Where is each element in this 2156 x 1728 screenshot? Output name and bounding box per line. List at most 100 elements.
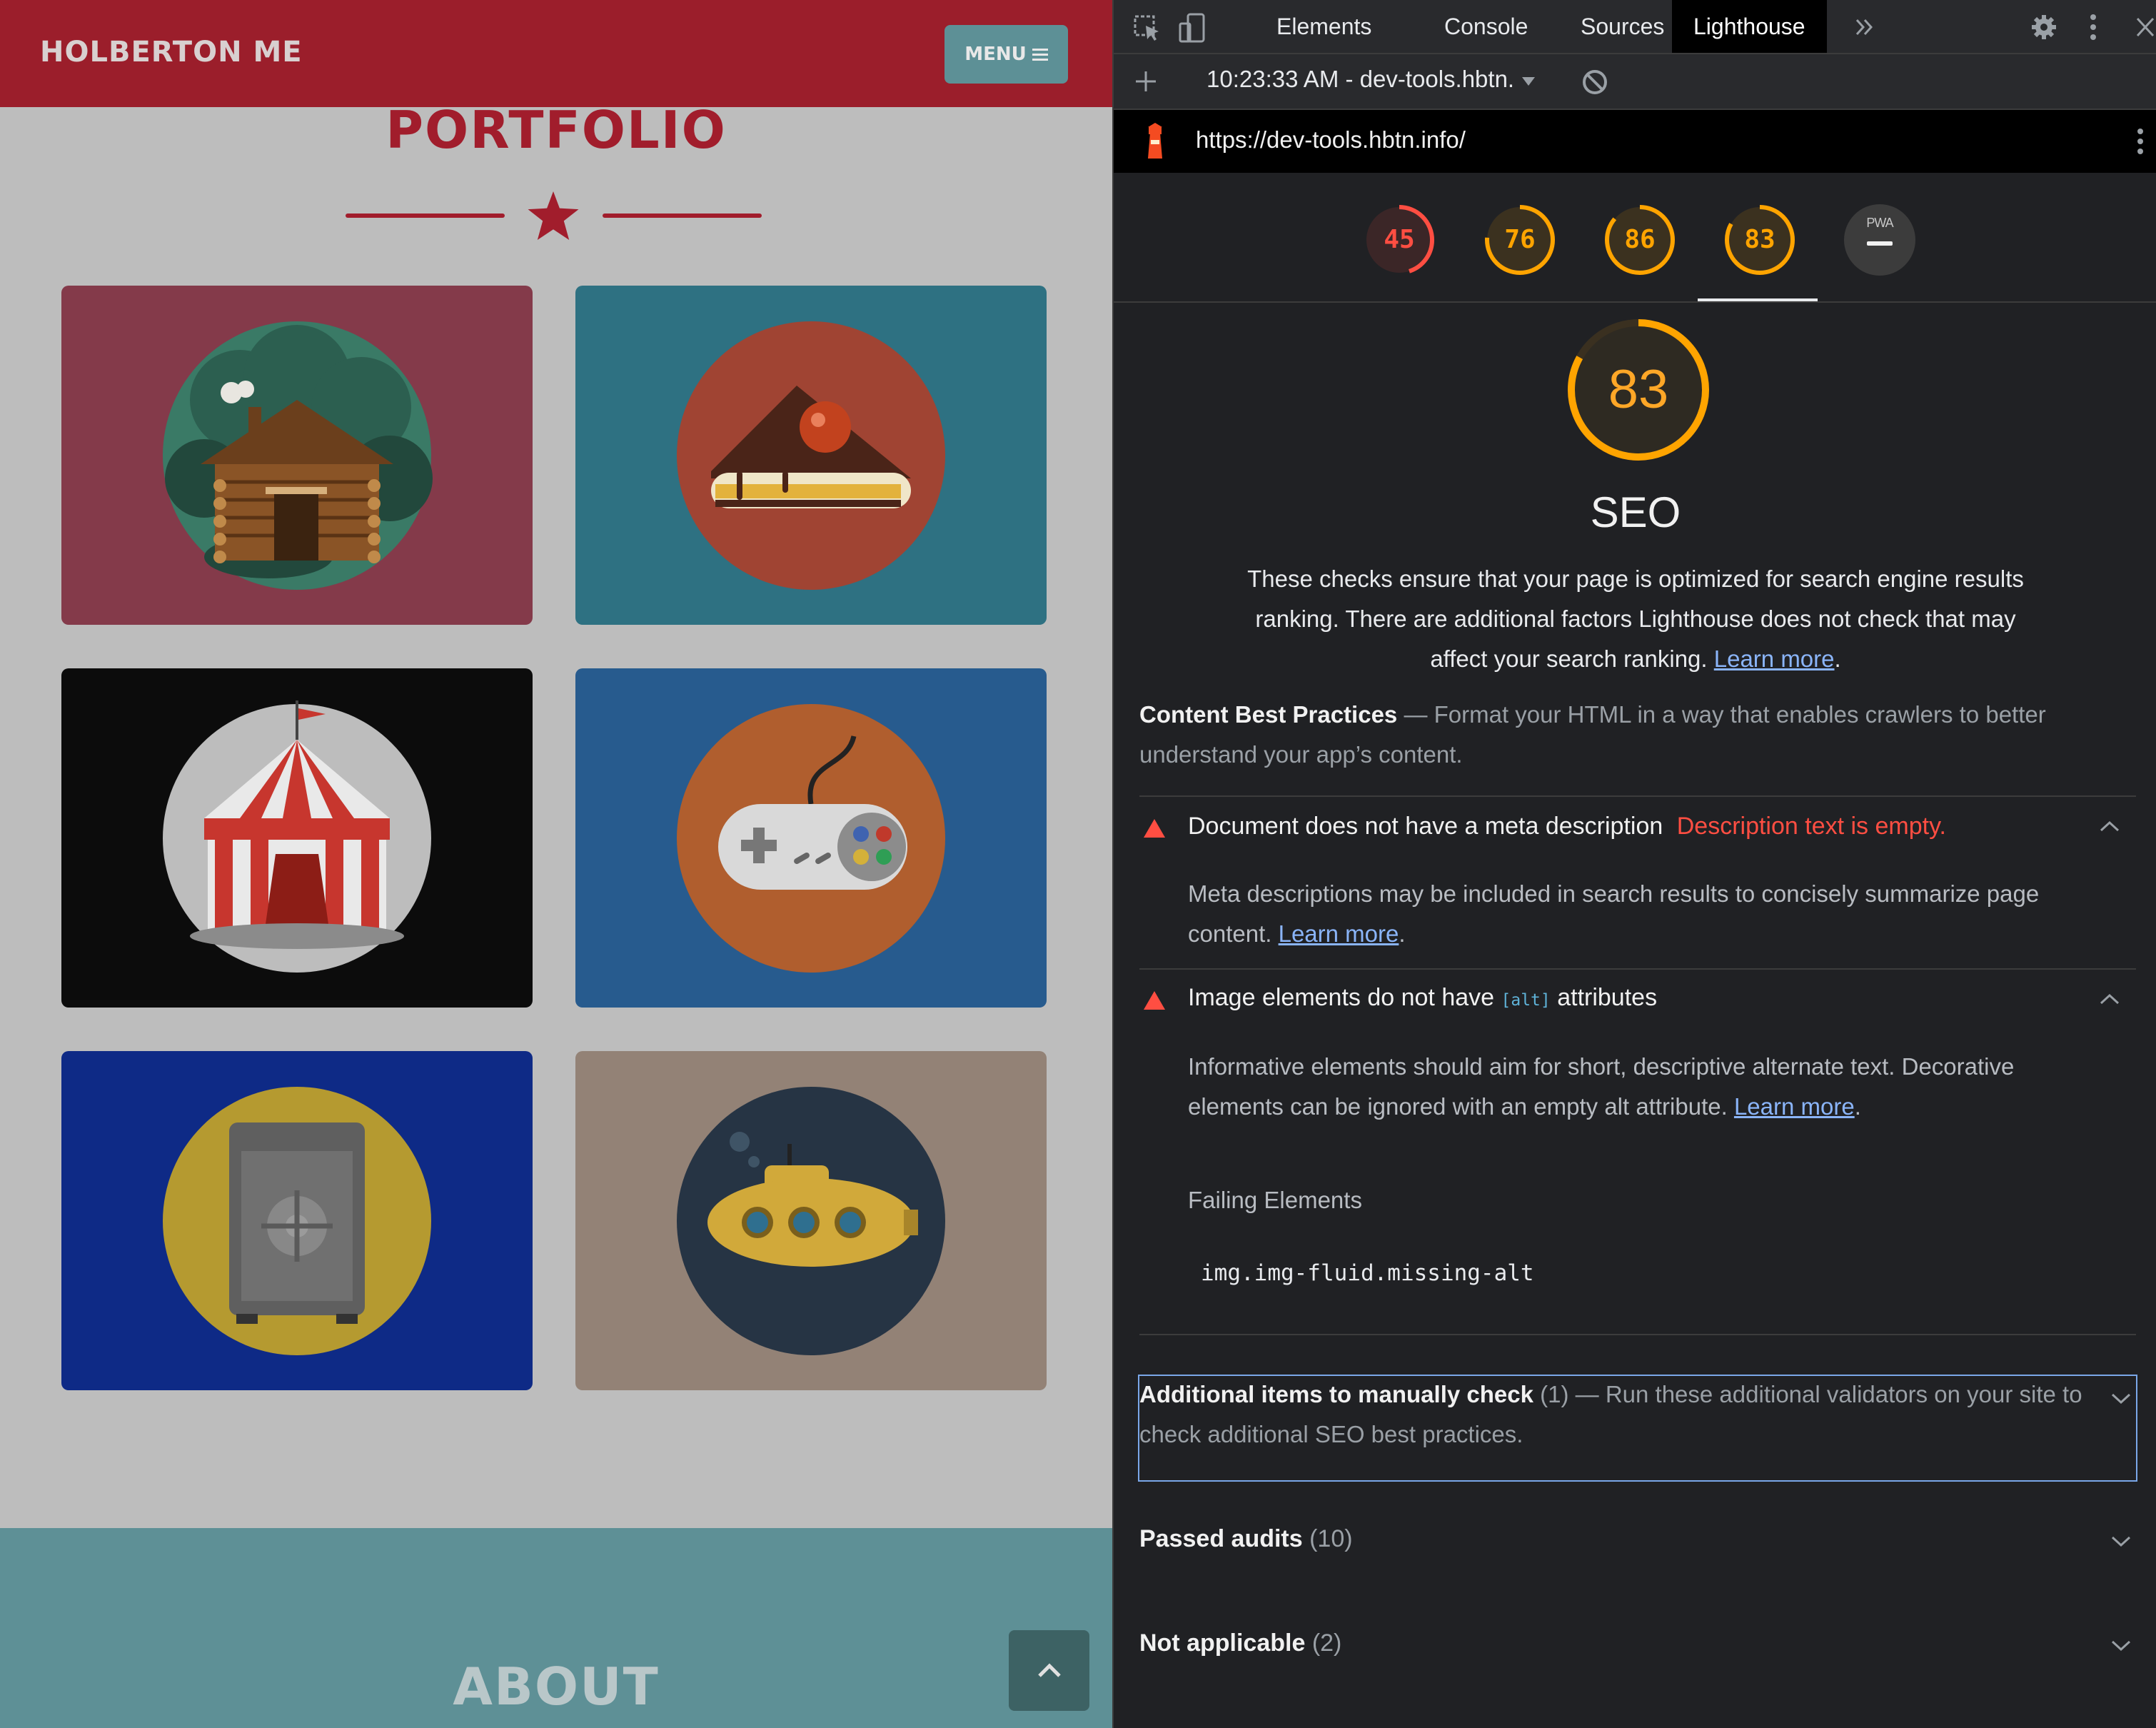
lighthouse-logo-icon	[1148, 123, 1162, 159]
gauge-performance[interactable]: 45	[1362, 203, 1436, 277]
group-count: (10)	[1309, 1525, 1353, 1552]
group-title: Additional items to manually check	[1139, 1381, 1533, 1407]
report-kebab-icon[interactable]	[2136, 127, 2145, 156]
chevron-down-icon[interactable]	[2110, 1535, 2132, 1548]
report-select[interactable]: 10:23:33 AM - dev-tools.hbtn.	[1207, 66, 1536, 93]
gauge-pwa[interactable]: PWA	[1843, 203, 1917, 277]
chevron-up-icon[interactable]	[2099, 993, 2120, 1005]
chevron-down-icon[interactable]	[2110, 1392, 2132, 1405]
close-icon[interactable]	[2135, 16, 2156, 39]
gauge-score: 45	[1384, 225, 1415, 254]
plus-icon[interactable]	[1133, 69, 1159, 94]
site-brand[interactable]: HOLBERTON ME	[40, 36, 303, 69]
menu-button[interactable]: MENU	[944, 25, 1068, 84]
fail-triangle-icon	[1144, 991, 1165, 1010]
seo-score-value: 83	[1608, 359, 1669, 420]
group-title: Not applicable	[1139, 1629, 1306, 1657]
website-viewport: HOLBERTON ME MENU PORTFOLIO ABOUT	[0, 0, 1112, 1728]
audit-image-alt[interactable]: Image elements do not have [alt] attribu…	[1188, 984, 1657, 1012]
gauge-score: 83	[1744, 225, 1775, 254]
report-url-bar: https://dev-tools.hbtn.info/	[1114, 110, 2156, 173]
clear-block-icon[interactable]	[1581, 68, 1609, 96]
gauge-score: 86	[1624, 225, 1656, 254]
menu-label: MENU	[964, 44, 1027, 65]
about-heading: ABOUT	[453, 1657, 660, 1717]
audit-alt-body: Informative elements should aim for shor…	[1188, 1053, 2015, 1120]
group-content-best-practices: Content Best Practices — Format your HTM…	[1139, 701, 2046, 768]
settings-gear-icon[interactable]	[2030, 13, 2058, 41]
pwa-badge-icon	[1844, 204, 1915, 276]
scroll-to-top-button[interactable]	[1009, 1630, 1089, 1711]
fail-triangle-icon	[1144, 819, 1165, 838]
failing-elements-label: Failing Elements	[1188, 1187, 1362, 1213]
portfolio-tile-safe[interactable]	[61, 1051, 533, 1390]
audit-title-before: Image elements do not have	[1188, 984, 1495, 1011]
portfolio-tile-submarine[interactable]	[575, 1051, 1047, 1390]
failing-element-node[interactable]: img.img-fluid.missing-alt	[1201, 1260, 1534, 1286]
chevron-down-icon[interactable]	[2110, 1639, 2132, 1652]
audit-display-value: Description text is empty.	[1676, 813, 1947, 840]
group-count: (2)	[1311, 1629, 1342, 1657]
device-toolbar-icon[interactable]	[1178, 12, 1207, 44]
category-description: These checks ensure that your page is op…	[1247, 566, 2024, 672]
group-count: (1)	[1540, 1381, 1569, 1407]
active-gauge-underline	[1698, 298, 1818, 301]
tab-sources[interactable]: Sources	[1559, 0, 1686, 53]
tab-lighthouse[interactable]: Lighthouse	[1672, 0, 1827, 53]
gauge-accessibility[interactable]: 76	[1483, 203, 1557, 277]
devtools-tabbar: Elements Console Sources Lighthouse	[1114, 0, 2156, 54]
circus-tent-image	[163, 700, 431, 973]
portfolio-tile-log-cabin[interactable]	[61, 286, 533, 625]
dropdown-arrow-icon	[1522, 77, 1536, 86]
log-cabin-image	[163, 321, 433, 590]
gauge-best-practices[interactable]: 86	[1603, 203, 1677, 277]
hamburger-icon	[1032, 46, 1048, 64]
divider	[1139, 1334, 2136, 1335]
portfolio-heading: PORTFOLIO	[386, 100, 727, 160]
tab-elements[interactable]: Elements	[1255, 0, 1393, 53]
audit-description: Informative elements should aim for shor…	[1188, 1053, 2015, 1120]
divider	[1139, 795, 2136, 797]
cake-slice-image	[677, 321, 945, 590]
audit-title-code: [alt]	[1501, 991, 1551, 1010]
devtools-panel: Elements Console Sources Lighthouse 10:2…	[1112, 0, 2156, 1728]
group-title: Content Best Practices	[1139, 701, 1398, 728]
group-passed-audits[interactable]: Passed audits (10)	[1139, 1525, 1353, 1553]
gauge-score: 76	[1504, 225, 1536, 254]
chevron-up-icon	[1037, 1662, 1061, 1677]
kebab-menu-icon[interactable]	[2089, 13, 2097, 41]
group-title: Passed audits	[1139, 1525, 1303, 1552]
pwa-label: PWA	[1866, 216, 1893, 230]
portfolio-tile-cake[interactable]	[575, 286, 1047, 625]
more-tabs-icon[interactable]	[1853, 16, 1876, 39]
divider-line-right	[603, 214, 762, 218]
safe-image	[163, 1087, 431, 1355]
group-manual-check[interactable]: Additional items to manually check (1) —…	[1139, 1375, 2103, 1455]
audit-learn-more-link[interactable]: Learn more	[1279, 920, 1399, 947]
audit-meta-body: Meta descriptions may be included in sea…	[1188, 880, 2040, 947]
group-not-applicable[interactable]: Not applicable (2)	[1139, 1629, 1341, 1657]
report-url[interactable]: https://dev-tools.hbtn.info/	[1196, 126, 1466, 154]
category-gauges: 45 76 86 83 PWA	[1114, 173, 2156, 303]
audit-title-after: attributes	[1557, 984, 1658, 1011]
site-navbar: HOLBERTON ME MENU	[0, 0, 1112, 107]
game-controller-image	[677, 704, 945, 973]
portfolio-tile-controller[interactable]	[575, 668, 1047, 1008]
tab-console[interactable]: Console	[1423, 0, 1549, 53]
chevron-up-icon[interactable]	[2099, 820, 2120, 833]
category-description-text: These checks ensure that your page is op…	[1247, 566, 2024, 672]
divider	[1139, 968, 2136, 970]
category-learn-more-link[interactable]: Learn more	[1714, 646, 1835, 672]
category-title: SEO	[1590, 488, 1681, 536]
divider-line-left	[346, 214, 505, 218]
audit-learn-more-link[interactable]: Learn more	[1734, 1093, 1855, 1120]
submarine-image	[677, 1087, 945, 1355]
gauge-seo[interactable]: 83	[1723, 203, 1797, 277]
audit-meta-description[interactable]: Document does not have a meta descriptio…	[1188, 813, 1946, 840]
portfolio-tile-circus[interactable]	[61, 668, 533, 1008]
inspect-element-icon[interactable]	[1133, 14, 1162, 43]
report-select-label: 10:23:33 AM - dev-tools.hbtn.	[1207, 66, 1515, 92]
audit-title: Document does not have a meta descriptio…	[1188, 813, 1663, 840]
lighthouse-toolbar: 10:23:33 AM - dev-tools.hbtn.	[1114, 54, 2156, 110]
star-icon	[528, 191, 579, 240]
